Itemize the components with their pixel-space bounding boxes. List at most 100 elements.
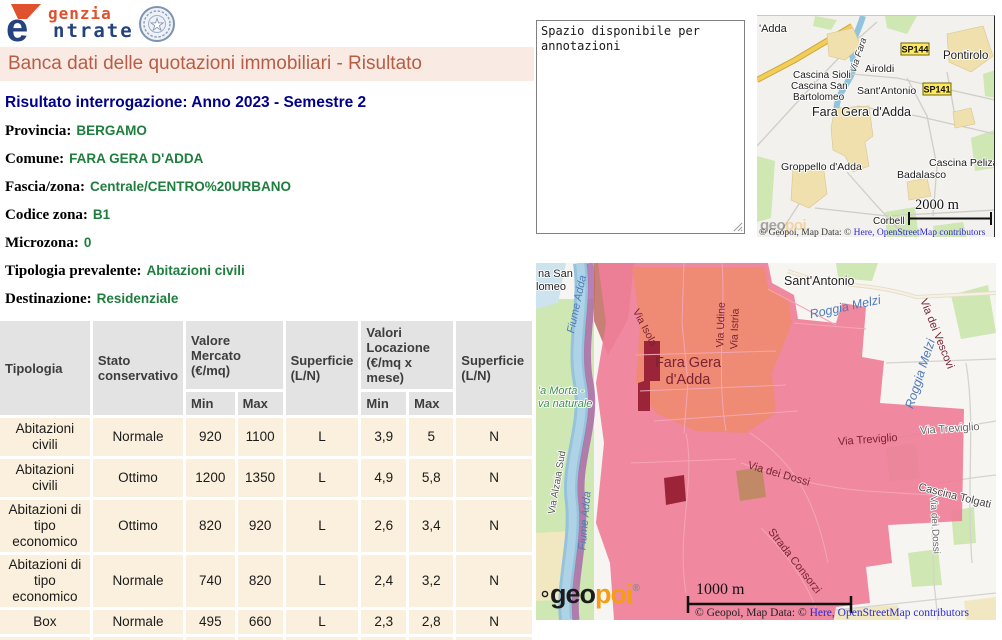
map-label: Via Udine [714, 302, 728, 348]
svg-text:SP144: SP144 [901, 45, 928, 55]
table-header-row: Tipologia Stato conservativo Valore Merc… [0, 321, 532, 389]
table-row: Abitazioni di tipo economicoOttimo820920… [0, 500, 532, 552]
cell-max: 660 [238, 610, 283, 634]
field-microzona: Microzona:0 [5, 234, 535, 252]
col-superficie-1: Superficie (L/N) [286, 321, 359, 415]
cell-superficie: L [286, 610, 359, 634]
cell-max: 820 [238, 555, 283, 607]
table-row: Abitazioni civiliNormale9201100L3,95N [0, 418, 532, 456]
cell-stato: Ottimo [93, 459, 183, 497]
map-label: Badalasco [897, 169, 946, 181]
col-valori-locazione: Valori Locazione (€/mq x mese) [361, 321, 453, 389]
map-attribution: © Geopoi, Map Data: © Here, OpenStreetMa… [759, 227, 986, 237]
cell-min: 2,4 [361, 555, 406, 607]
page-banner: Banca dati delle quotazioni immobiliari … [0, 47, 534, 81]
map-label: d'Adda [666, 372, 712, 388]
zone-map[interactable]: na San lomeo Fiume Adda Fiume Adda 'a Mo… [536, 263, 996, 620]
cell-superficie: L [286, 500, 359, 552]
cell-superficie: N [456, 555, 532, 607]
col-min: Min [361, 392, 406, 415]
agenzia-entrate-glyph-icon: e [6, 3, 46, 45]
cell-superficie: N [456, 500, 532, 552]
cell-stato: Normale [93, 610, 183, 634]
cell-tipologia: Abitazioni civili [0, 459, 90, 497]
annotations-textarea[interactable]: Spazio disponibile per annotazioni [536, 20, 745, 234]
cell-min: 820 [186, 500, 235, 552]
field-value: FARA GERA D'ADDA [69, 151, 203, 166]
cell-min: 2,3 [361, 610, 406, 634]
map-label: Corbell [873, 216, 905, 227]
col-superficie-2: Superficie (L/N) [456, 321, 532, 415]
table-row: Abitazioni civiliOttimo12001350L4,95,8N [0, 459, 532, 497]
field-label: Codice zona: [5, 207, 88, 223]
cell-max: 3,4 [409, 500, 453, 552]
cell-max: 1350 [238, 459, 283, 497]
field-label: Fascia/zona: [5, 179, 85, 195]
agenzia-entrate-logo: e genzia ntrate ★ [0, 0, 535, 45]
field-label: Comune: [5, 151, 64, 167]
cell-tipologia: Abitazioni di tipo economico [0, 500, 90, 552]
map-label: Sant'Antonio [857, 85, 916, 97]
field-provincia: Provincia: BERGAMO [5, 122, 535, 140]
svg-text:1000 m: 1000 m [696, 581, 745, 598]
cell-stato: Normale [93, 418, 183, 456]
svg-text:SP141: SP141 [923, 85, 950, 95]
col-max: Max [238, 392, 283, 415]
map-label: Pontirolo [943, 50, 988, 62]
map-label: Fara Gera d'Adda [812, 105, 911, 119]
result-title: Risultato interrogazione: Anno 2023 - Se… [5, 94, 535, 112]
field-comune: Comune: FARA GERA D'ADDA [5, 150, 535, 168]
cell-max: 920 [238, 500, 283, 552]
cell-stato: Normale [93, 555, 183, 607]
attribution-links[interactable]: Here, OpenStreetMap contributors [810, 607, 970, 619]
map-label: na San [538, 268, 573, 280]
map-label: Sant'Antonio [784, 274, 855, 288]
col-tipologia: Tipologia [0, 321, 90, 415]
map-label: Cascina Sioli [793, 70, 851, 81]
svg-text:geopoi®: geopoi® [550, 579, 641, 609]
cell-tipologia: Abitazioni civili [0, 418, 90, 456]
cell-min: 4,9 [361, 459, 406, 497]
cell-max: 3,2 [409, 555, 453, 607]
field-codice-zona: Codice zona:B1 [5, 206, 535, 224]
field-destinazione: Destinazione:Residenziale [5, 290, 535, 308]
quotations-table: Tipologia Stato conservativo Valore Merc… [0, 318, 535, 640]
map-label: Fara Gera [655, 355, 722, 371]
cell-superficie: N [456, 459, 532, 497]
field-value: Abitazioni civili [147, 263, 245, 278]
resize-grip-icon[interactable] [733, 222, 743, 232]
cell-min: 2,6 [361, 500, 406, 552]
attribution-links[interactable]: Here, OpenStreetMap contributors [854, 228, 986, 237]
cell-max: 5,8 [409, 459, 453, 497]
cell-tipologia: Box [0, 610, 90, 634]
map-attribution: © Geopoi, Map Data: © Here, OpenStreetMa… [695, 607, 969, 619]
col-stato-conservativo: Stato conservativo [93, 321, 183, 415]
map-label: Groppello d'Adda [781, 161, 862, 173]
svg-text:★: ★ [149, 17, 163, 34]
map-label: 'a Morta - [538, 385, 584, 397]
field-value: BERGAMO [76, 123, 147, 138]
cell-min: 740 [186, 555, 235, 607]
cell-max: 2,8 [409, 610, 453, 634]
cell-superficie: L [286, 418, 359, 456]
field-label: Provincia: [5, 123, 71, 139]
map-label: va naturale [538, 398, 592, 410]
cell-min: 495 [186, 610, 235, 634]
col-max: Max [409, 392, 453, 415]
cell-superficie: L [286, 555, 359, 607]
col-valore-mercato: Valore Mercato (€/mq) [186, 321, 283, 389]
map-label: lomeo [536, 281, 566, 293]
col-min: Min [186, 392, 235, 415]
cell-max: 1100 [238, 418, 283, 456]
map-label: Airoldi [865, 63, 894, 75]
cell-min: 920 [186, 418, 235, 456]
cell-max: 5 [409, 418, 453, 456]
cell-superficie: N [456, 418, 532, 456]
map-label: Via Istria [728, 308, 741, 349]
cell-superficie: L [286, 459, 359, 497]
annotations-box: Spazio disponibile per annotazioni [536, 20, 745, 234]
field-fascia-zona: Fascia/zona:Centrale/CENTRO%20URBANO [5, 178, 535, 196]
overview-map[interactable]: 'Adda Via Fara Airoldi Pontirolo Cascina… [757, 15, 995, 237]
cell-stato: Ottimo [93, 500, 183, 552]
geopoi-logo: geopoi® [542, 579, 640, 609]
